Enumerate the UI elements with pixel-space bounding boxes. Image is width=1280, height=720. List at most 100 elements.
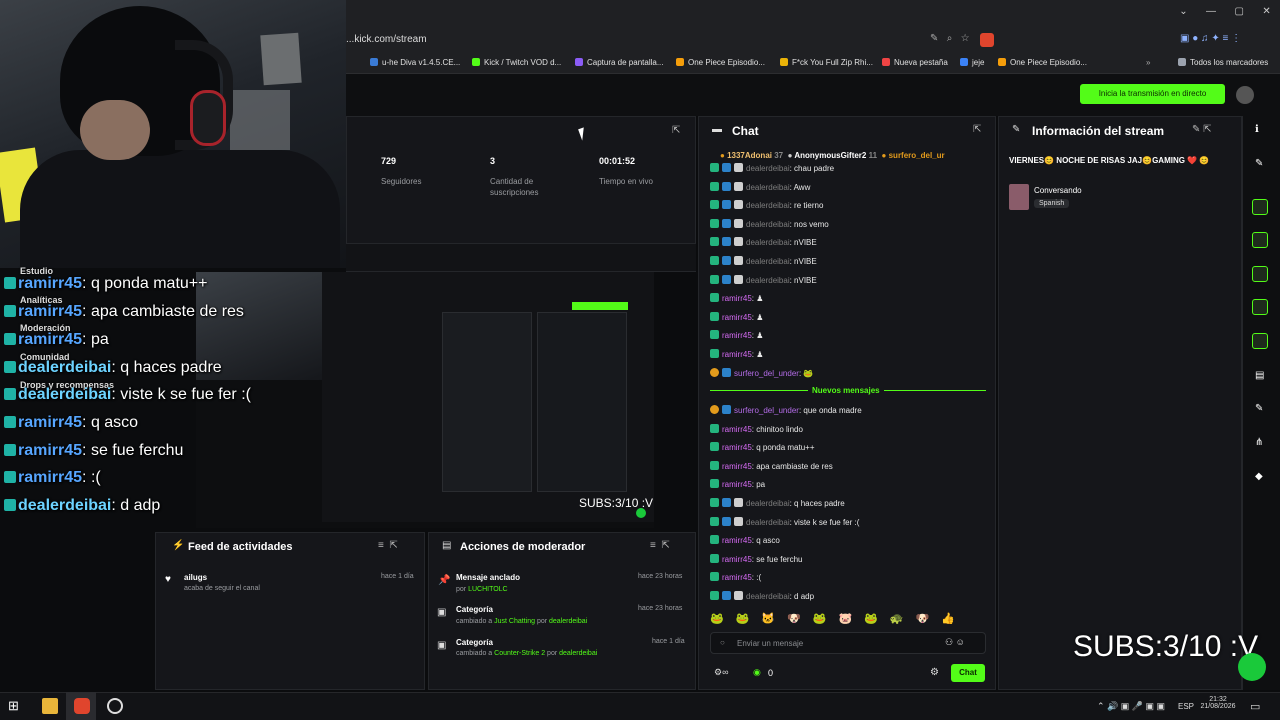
chat-username[interactable]: dealerdeibai xyxy=(746,220,790,229)
chat-message: ramirr45: apa cambiaste de res xyxy=(710,460,833,471)
file-explorer-icon[interactable] xyxy=(42,698,58,714)
popout-icon[interactable]: ⇱ xyxy=(672,125,680,136)
chat-username[interactable]: ramirr45 xyxy=(722,294,752,303)
minimize-button[interactable]: — xyxy=(1206,6,1216,17)
brave-browser-icon[interactable] xyxy=(74,698,90,714)
clock[interactable]: 21:32 21/08/2026 xyxy=(1200,696,1236,710)
chat-username[interactable]: dealerdeibai xyxy=(746,201,790,210)
panel-toggle-icon[interactable] xyxy=(1252,199,1268,215)
chat-username[interactable]: ramirr45 xyxy=(722,480,752,489)
bookmark-6[interactable]: Nueva pestaña xyxy=(882,58,948,67)
filter-icon[interactable]: ≡ ⇱ xyxy=(378,540,398,551)
overlay-chat-line: ramirr45: q ponda matu++ xyxy=(4,275,207,293)
overlay-chat-line: ramirr45: q asco xyxy=(4,414,138,432)
chat-username[interactable]: dealerdeibai xyxy=(746,238,790,247)
go-live-button[interactable]: Inicia la transmisión en directo xyxy=(1080,84,1225,104)
edit-icon[interactable]: ✎ ⇱ xyxy=(1192,124,1212,135)
chat-text: : pa xyxy=(751,480,766,490)
headphones-cup xyxy=(190,90,226,146)
chat-username[interactable]: dealerdeibai xyxy=(746,164,790,173)
notification-icon[interactable]: ▭ xyxy=(1250,700,1260,713)
chat-username[interactable]: surfero_del_under xyxy=(734,369,799,378)
chat-username[interactable]: dealerdeibai xyxy=(746,276,790,285)
sub-badge-icon xyxy=(722,405,731,414)
code-icon[interactable] xyxy=(1252,333,1268,349)
overlay-chat-line: ramirr45: apa cambiaste de res xyxy=(4,303,244,321)
tab-list-button[interactable]: ⌄ xyxy=(1179,6,1187,17)
chat-username[interactable]: dealerdeibai xyxy=(746,499,790,508)
gear-icon[interactable]: ⚙ xyxy=(930,667,939,678)
chat-message: ramirr45: q ponda matu++ xyxy=(710,442,815,452)
chat-title: Chat xyxy=(732,124,759,138)
category-name[interactable]: Conversando xyxy=(1034,186,1082,195)
tray-icons[interactable]: ⌃ 🔊 ▣ 🎤 ▣ ▣ xyxy=(1097,701,1165,712)
pencil-icon[interactable]: ✎ xyxy=(1255,158,1263,169)
chat-username[interactable]: dealerdeibai xyxy=(746,257,790,266)
bookmarks-overflow-icon[interactable]: » xyxy=(1146,58,1150,67)
chat-message: ramirr45: se fue ferchu xyxy=(710,553,802,564)
chat-message: dealerdeibai: q haces padre xyxy=(710,498,845,508)
address-bar[interactable] xyxy=(346,28,1280,52)
layers-icon[interactable]: ▤ xyxy=(1255,370,1264,381)
diamond-icon[interactable]: ◆ xyxy=(1255,471,1263,482)
feed-user[interactable]: ailugs xyxy=(184,573,207,582)
chat-text: : d adp xyxy=(789,592,815,601)
chat-username[interactable]: dealerdeibai xyxy=(746,183,790,192)
stream-preview: SUBS:3/10 :V xyxy=(196,272,654,528)
send-chat-button[interactable]: Chat xyxy=(951,664,985,682)
bookmark-7[interactable]: jeje xyxy=(960,58,984,67)
chat-username[interactable]: ramirr45 xyxy=(722,443,752,452)
emote-bar[interactable]: 🐸🐸🐱🐶🐸🐷🐸🐢🐶👍 xyxy=(710,612,967,625)
maximize-button[interactable]: ▢ xyxy=(1234,6,1243,17)
tool-icon[interactable]: ✎ xyxy=(1255,403,1263,414)
chat-username[interactable]: ramirr45 xyxy=(722,425,752,434)
url-text[interactable]: ...kick.com/stream xyxy=(346,34,427,45)
chat-username[interactable]: ramirr45 xyxy=(722,350,752,359)
chat-username[interactable]: dealerdeibai xyxy=(746,518,790,527)
bookmark-4[interactable]: One Piece Episodio... xyxy=(676,58,765,67)
uptime-value: 00:01:52 xyxy=(599,156,636,166)
language-indicator[interactable]: ESP xyxy=(1178,702,1194,711)
gifter-badge-icon xyxy=(710,405,719,414)
lightning-icon[interactable] xyxy=(1252,232,1268,248)
chat-toggle-icon[interactable] xyxy=(1252,299,1268,315)
chat-username[interactable]: surfero_del_under xyxy=(734,406,799,415)
extension-icons[interactable]: ✎ ⌕ ☆ xyxy=(930,33,970,44)
chat-message: ramirr45: ♟ xyxy=(710,349,763,359)
bookmark-5[interactable]: F*ck You Full Zip Rhi... xyxy=(780,58,873,67)
chat-username[interactable]: ramirr45 xyxy=(722,555,752,564)
chat-settings-icon[interactable]: ⚙∞ xyxy=(714,667,728,678)
info-icon[interactable]: ℹ xyxy=(1255,124,1259,135)
popout-icon[interactable]: ⇱ xyxy=(973,124,981,135)
obs-icon[interactable] xyxy=(107,698,123,714)
chat-username[interactable]: ramirr45 xyxy=(722,536,752,545)
verified-badge-icon xyxy=(734,181,743,191)
chat-message: ramirr45: ♟ xyxy=(710,293,763,303)
chat-text: : viste k se fue fer :( xyxy=(789,517,860,527)
list-toggle-icon[interactable] xyxy=(1252,266,1268,282)
avatar[interactable] xyxy=(1236,86,1254,104)
chat-username[interactable]: ramirr45 xyxy=(722,313,752,322)
chat-input[interactable]: Enviar un mensaje xyxy=(737,639,803,648)
chat-username[interactable]: ramirr45 xyxy=(722,331,752,340)
chat-username[interactable]: dealerdeibai xyxy=(746,592,790,601)
category-thumbnail[interactable] xyxy=(1009,184,1029,210)
chat-username[interactable]: ramirr45 xyxy=(722,462,752,471)
filter-icon[interactable]: ≡ ⇱ xyxy=(650,540,670,551)
chat-message: ramirr45: pa xyxy=(710,479,765,489)
mod-item-time: hace 1 día xyxy=(652,638,685,645)
bookmark-2[interactable]: Kick / Twitch VOD d... xyxy=(472,58,561,67)
chat-username[interactable]: ramirr45 xyxy=(722,573,752,582)
chat-text: : nVIBE xyxy=(789,238,817,248)
close-window-button[interactable]: ✕ xyxy=(1262,6,1270,17)
all-bookmarks-folder[interactable]: Todos los marcadores xyxy=(1178,58,1268,67)
toolbar-icons[interactable]: ▣ ● ♫ ✦ ≡ ⋮ xyxy=(1180,33,1241,44)
windows-start-icon[interactable]: ⊞ xyxy=(8,698,24,714)
chat-text: : ♟ xyxy=(751,312,764,322)
share-icon[interactable]: ⋔ xyxy=(1255,437,1263,448)
bookmark-3[interactable]: Captura de pantalla... xyxy=(575,58,664,67)
brave-shield-icon[interactable] xyxy=(980,33,994,47)
bookmark-1[interactable]: u-he Diva v1.4.5.CE... xyxy=(370,58,460,67)
bookmark-8[interactable]: One Piece Episodio... xyxy=(998,58,1087,67)
emote-picker-icon[interactable]: ⚇ ☺ xyxy=(945,637,965,648)
